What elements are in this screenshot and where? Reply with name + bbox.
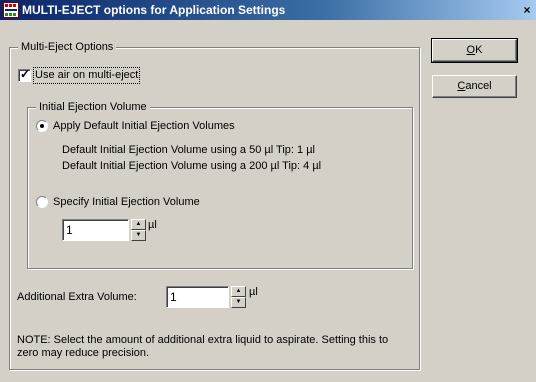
additional-volume-spinner[interactable]: ▲ ▼ bbox=[231, 286, 246, 308]
cancel-label: ancel bbox=[465, 80, 492, 92]
ok-label: K bbox=[475, 44, 483, 56]
up-arrow-icon[interactable]: ▲ bbox=[231, 286, 246, 297]
cancel-button[interactable]: Cancel bbox=[432, 75, 517, 98]
specify-volume-radio[interactable] bbox=[36, 196, 48, 208]
additional-extra-volume-label: Additional Extra Volume: bbox=[17, 291, 137, 303]
initial-volume-input[interactable] bbox=[62, 219, 129, 241]
ok-mnemonic: O bbox=[466, 44, 476, 56]
initial-volume-spinner[interactable]: ▲ ▼ bbox=[131, 219, 146, 241]
down-arrow-icon[interactable]: ▼ bbox=[231, 297, 246, 308]
initial-volume-unit: µl bbox=[148, 219, 157, 231]
dialog-body: Multi-Eject Options ✓ Use air on multi-e… bbox=[0, 20, 536, 382]
initial-ejection-volume-legend: Initial Ejection Volume bbox=[36, 101, 150, 114]
note-text: NOTE: Select the amount of additional ex… bbox=[17, 334, 389, 359]
additional-extra-volume-input[interactable] bbox=[166, 286, 229, 308]
default-50-tip-text: Default Initial Ejection Volume using a … bbox=[62, 144, 315, 156]
use-air-label[interactable]: Use air on multi-eject bbox=[32, 67, 141, 84]
additional-volume-unit: µl bbox=[249, 286, 258, 298]
apply-default-label[interactable]: Apply Default Initial Ejection Volumes bbox=[53, 120, 235, 133]
use-air-checkbox[interactable]: ✓ bbox=[18, 67, 31, 82]
up-arrow-icon[interactable]: ▲ bbox=[131, 219, 146, 230]
down-arrow-icon[interactable]: ▼ bbox=[131, 230, 146, 241]
specify-volume-label[interactable]: Specify Initial Ejection Volume bbox=[53, 196, 200, 209]
ok-button[interactable]: OK bbox=[431, 38, 518, 63]
title-bar[interactable]: MULTI-EJECT options for Application Sett… bbox=[0, 0, 536, 20]
window-title: MULTI-EJECT options for Application Sett… bbox=[22, 3, 286, 17]
default-200-tip-text: Default Initial Ejection Volume using a … bbox=[62, 160, 322, 172]
radio-selected-dot bbox=[40, 124, 44, 128]
apply-default-radio[interactable] bbox=[36, 120, 48, 132]
close-icon[interactable]: × bbox=[518, 1, 536, 19]
multi-eject-options-legend: Multi-Eject Options bbox=[18, 41, 117, 54]
application-icon bbox=[3, 2, 19, 18]
checkmark-icon: ✓ bbox=[20, 67, 31, 81]
